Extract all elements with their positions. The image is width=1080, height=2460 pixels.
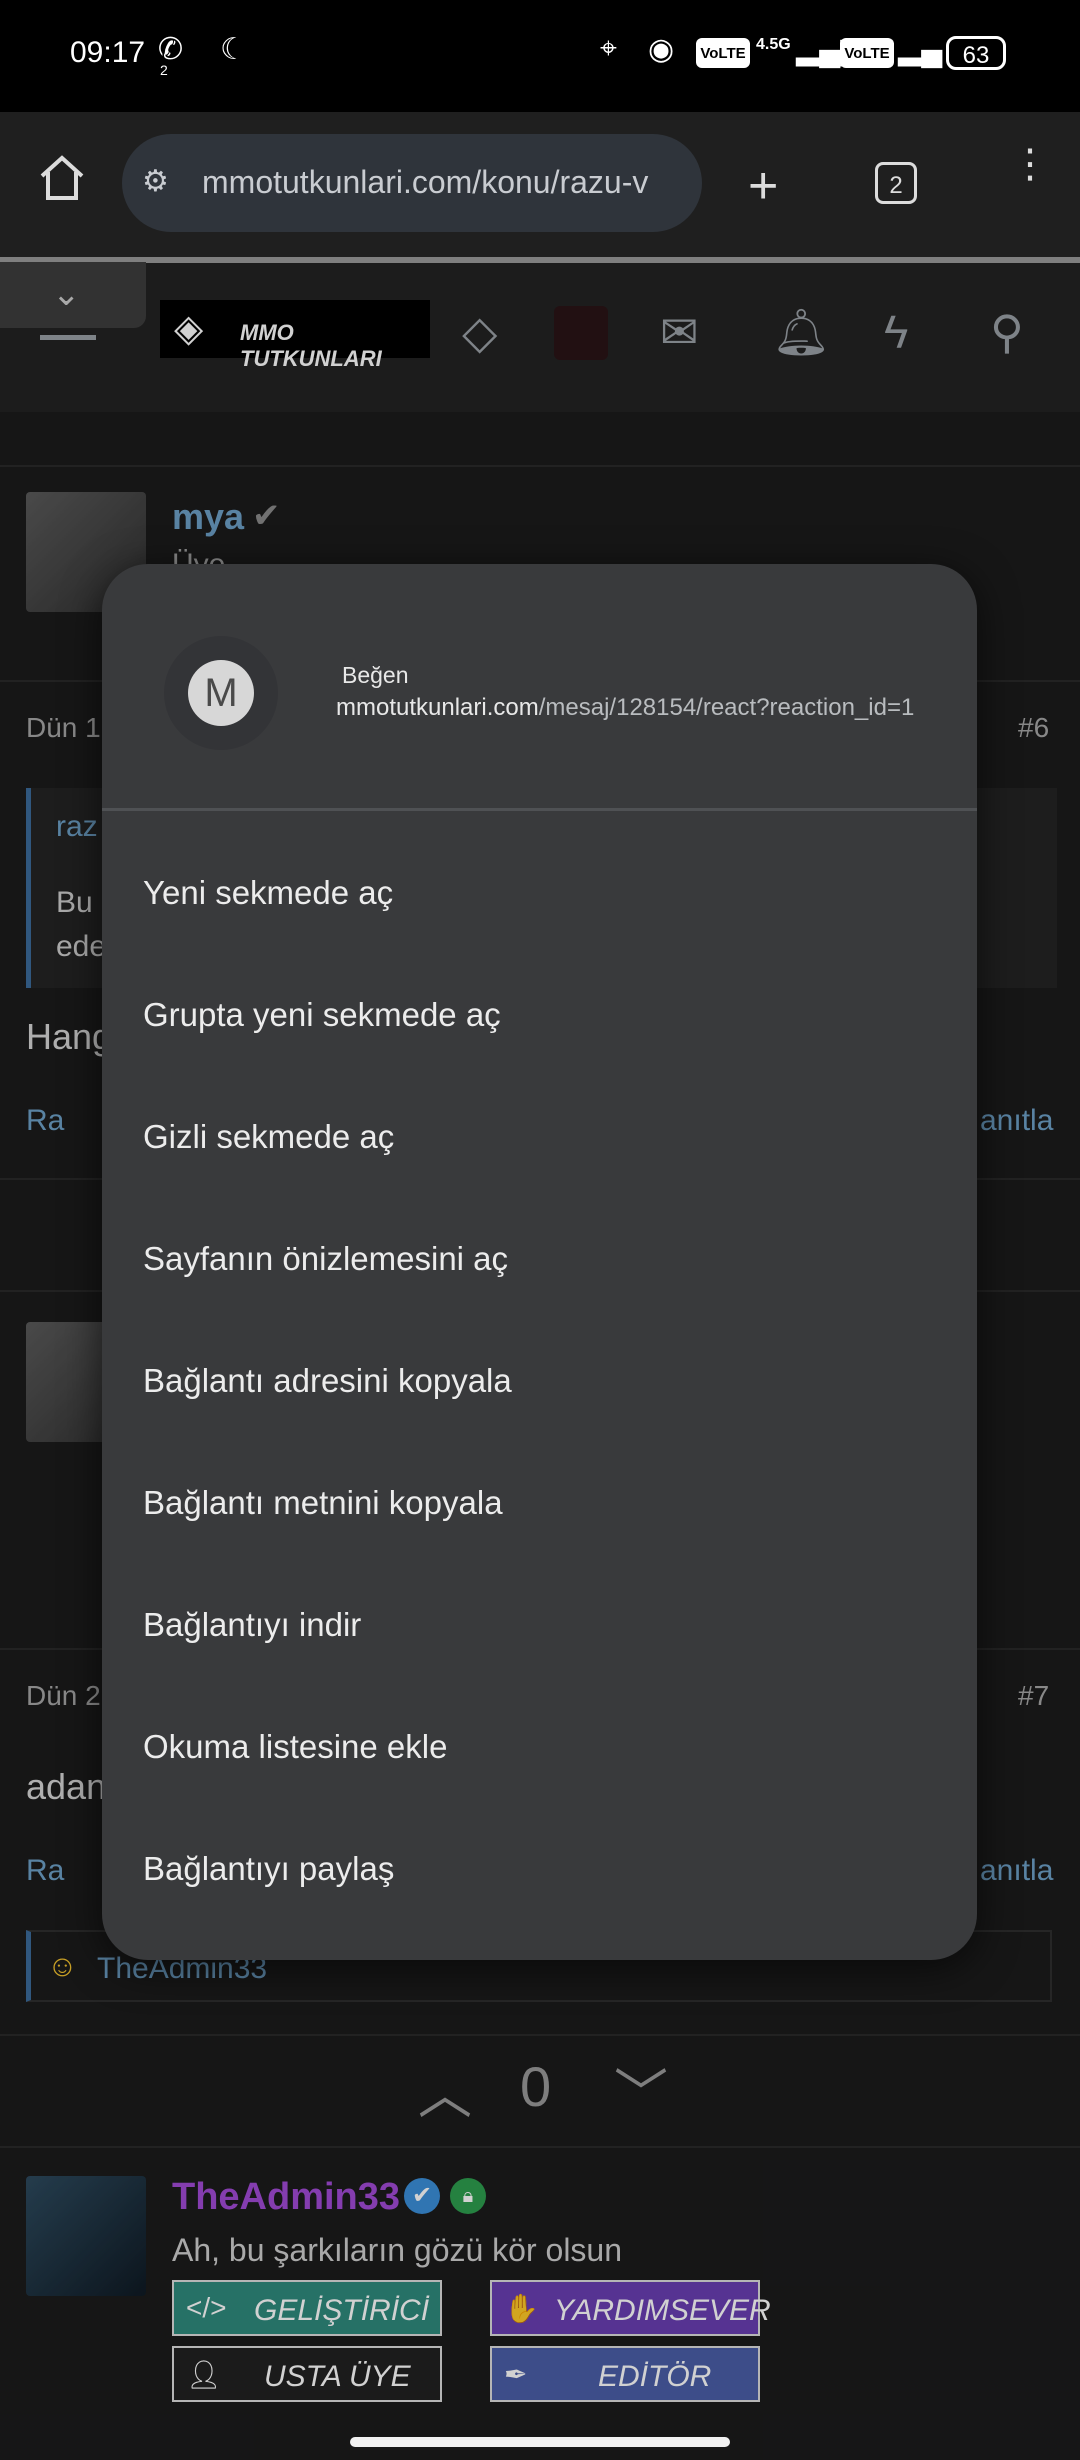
clock: 09:17	[70, 36, 146, 69]
address-bar[interactable]: ⚙ mmotutkunlari.com/konu/razu-v	[122, 134, 702, 232]
location-icon: ⌖	[600, 32, 617, 65]
home-icon	[40, 155, 84, 200]
tab-switcher-button[interactable]: 2	[875, 162, 917, 204]
divider	[102, 808, 977, 811]
link-title: Beğen	[342, 662, 409, 688]
menu-item-share-link[interactable]: Bağlantıyı paylaş	[143, 1850, 394, 1888]
link-path: /mesaj/128154/react?reaction_id=1	[538, 694, 915, 721]
status-bar: 09:17 ✆ 2 ☾ ⌖ ◉ VoLTE 4.5G ▂▄▆ VoLTE ▂▄ …	[0, 0, 1080, 112]
home-button[interactable]	[36, 152, 88, 209]
link-domain: mmotutkunlari.com	[336, 694, 539, 721]
more-vert-icon: ⋮	[1010, 142, 1050, 186]
hotspot-icon: ◉	[648, 33, 675, 66]
network-type: 4.5G	[756, 36, 791, 53]
menu-item-open-new-tab[interactable]: Yeni sekmede aç	[143, 874, 393, 912]
plus-icon: +	[748, 157, 779, 215]
new-tab-button[interactable]: +	[748, 156, 778, 216]
url-text: mmotutkunlari.com/konu/razu-v	[202, 164, 649, 200]
signal-icon-2: ▂▄	[898, 33, 943, 66]
call-count: 2	[160, 62, 168, 78]
battery-indicator: 63	[946, 36, 1006, 70]
menu-item-open-in-group[interactable]: Grupta yeni sekmede aç	[143, 996, 501, 1034]
favicon: M	[188, 660, 254, 726]
link-context-menu: M Beğen mmotutkunlari.com/mesaj/128154/r…	[102, 564, 977, 1960]
home-indicator[interactable]	[350, 2437, 730, 2447]
menu-item-copy-link-text[interactable]: Bağlantı metnini kopyala	[143, 1484, 503, 1522]
menu-item-add-reading-list[interactable]: Okuma listesine ekle	[143, 1728, 447, 1766]
site-settings-icon[interactable]: ⚙	[142, 164, 169, 199]
do-not-disturb-icon: ☾	[220, 33, 247, 66]
menu-item-download-link[interactable]: Bağlantıyı indir	[143, 1606, 361, 1644]
menu-item-preview-page[interactable]: Sayfanın önizlemesini aç	[143, 1240, 508, 1278]
volte-badge-2: VoLTE	[840, 38, 894, 68]
menu-item-open-incognito[interactable]: Gizli sekmede aç	[143, 1118, 394, 1156]
volte-badge: VoLTE	[696, 38, 750, 68]
link-url: mmotutkunlari.com/mesaj/128154/react?rea…	[336, 694, 914, 722]
menu-item-copy-link-address[interactable]: Bağlantı adresini kopyala	[143, 1362, 512, 1400]
menu-button[interactable]: ⋮	[1010, 144, 1050, 184]
